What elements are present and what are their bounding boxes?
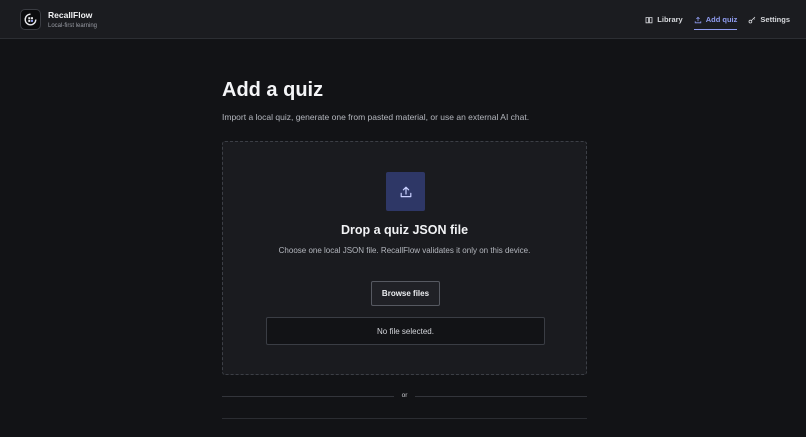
nav-add-quiz-label: Add quiz bbox=[705, 15, 738, 24]
book-icon bbox=[645, 16, 653, 24]
nav-settings-label: Settings bbox=[760, 15, 790, 24]
file-status: No file selected. bbox=[266, 317, 545, 345]
nav-library-label: Library bbox=[657, 15, 683, 24]
quiz-dropzone[interactable]: Drop a quiz JSON file Choose one local J… bbox=[222, 141, 587, 375]
app-tagline: Local-first learning bbox=[48, 22, 98, 29]
dropzone-description: Choose one local JSON file. RecallFlow v… bbox=[278, 246, 531, 255]
nav-add-quiz[interactable]: Add quiz bbox=[693, 0, 738, 39]
or-divider: or bbox=[222, 391, 587, 401]
upload-icon bbox=[694, 16, 702, 24]
brand[interactable]: RecallFlow Local-first learning bbox=[20, 9, 97, 30]
dropzone-title: Drop a quiz JSON file bbox=[340, 223, 469, 237]
key-icon bbox=[748, 16, 756, 24]
browse-files-button[interactable]: Browse files bbox=[371, 281, 440, 306]
main-nav: Library Add quiz Settings bbox=[634, 0, 790, 39]
upload-icon bbox=[386, 172, 425, 211]
main-content: Add a quiz Import a local quiz, generate… bbox=[222, 78, 587, 419]
top-bar: RecallFlow Local-first learning Library … bbox=[0, 0, 806, 39]
nav-library[interactable]: Library bbox=[645, 0, 683, 39]
page-title: Add a quiz bbox=[222, 79, 324, 101]
app-name: RecallFlow bbox=[48, 10, 93, 21]
section-rule bbox=[222, 418, 587, 419]
page-subtitle: Import a local quiz, generate one from p… bbox=[222, 112, 530, 122]
recallflow-logo-icon bbox=[20, 9, 41, 30]
nav-settings[interactable]: Settings bbox=[748, 0, 790, 39]
divider-line-right bbox=[415, 396, 587, 397]
